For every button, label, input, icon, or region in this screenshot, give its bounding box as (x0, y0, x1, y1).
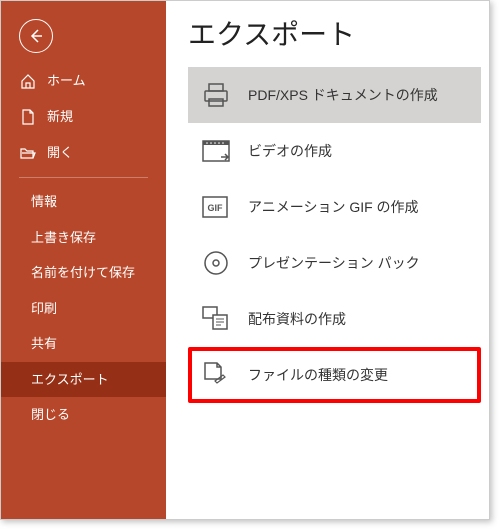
nav-print[interactable]: 印刷 (1, 291, 166, 327)
nav-share[interactable]: 共有 (1, 326, 166, 362)
svg-text:GIF: GIF (208, 203, 224, 213)
page-title: エクスポート (188, 13, 481, 53)
nav-open-label: 開く (47, 144, 73, 162)
export-change-file-type[interactable]: ファイルの種類の変更 (188, 347, 481, 403)
nav-export-label: エクスポート (31, 371, 109, 389)
change-file-type-icon (200, 359, 232, 391)
nav-info[interactable]: 情報 (1, 184, 166, 220)
back-button[interactable] (19, 19, 53, 53)
home-icon (19, 72, 37, 90)
back-arrow-icon (28, 28, 44, 44)
nav-share-label: 共有 (31, 335, 57, 353)
document-icon (19, 108, 37, 126)
main-panel: エクスポート PDF/XPS ドキュメントの作成 ビデオの作成 GIF アニメー… (166, 1, 489, 519)
export-handouts[interactable]: 配布資料の作成 (188, 291, 481, 347)
export-video[interactable]: ビデオの作成 (188, 123, 481, 179)
cd-disc-icon (200, 247, 232, 279)
export-gif-label: アニメーション GIF の作成 (248, 197, 419, 217)
nav-save-as[interactable]: 名前を付けて保存 (1, 255, 166, 291)
nav-close-label: 閉じる (31, 406, 70, 424)
export-handouts-label: 配布資料の作成 (248, 309, 346, 329)
nav-home-label: ホーム (47, 72, 86, 90)
export-video-label: ビデオの作成 (248, 141, 332, 161)
nav-export[interactable]: エクスポート (1, 362, 166, 398)
video-icon (200, 135, 232, 167)
window-frame: ホーム 新規 開く 情報 上書き保存 名前を付けて保存 印刷 共有 (0, 0, 490, 520)
divider (19, 177, 148, 178)
nav-new-label: 新規 (47, 108, 73, 126)
gif-icon: GIF (200, 191, 232, 223)
nav-new[interactable]: 新規 (1, 99, 166, 135)
export-pdf-xps[interactable]: PDF/XPS ドキュメントの作成 (188, 67, 481, 123)
nav-save[interactable]: 上書き保存 (1, 220, 166, 256)
folder-open-icon (19, 144, 37, 162)
nav-close[interactable]: 閉じる (1, 397, 166, 433)
nav-home[interactable]: ホーム (1, 63, 166, 99)
export-change-file-type-label: ファイルの種類の変更 (248, 365, 388, 385)
export-gif[interactable]: GIF アニメーション GIF の作成 (188, 179, 481, 235)
pdf-printer-icon (200, 79, 232, 111)
nav-save-label: 上書き保存 (31, 229, 96, 247)
nav-info-label: 情報 (31, 193, 57, 211)
handouts-icon (200, 303, 232, 335)
nav-print-label: 印刷 (31, 300, 57, 318)
nav-open[interactable]: 開く (1, 135, 166, 171)
backstage-sidebar: ホーム 新規 開く 情報 上書き保存 名前を付けて保存 印刷 共有 (1, 1, 166, 519)
nav-save-as-label: 名前を付けて保存 (31, 264, 135, 282)
export-package[interactable]: プレゼンテーション パック (188, 235, 481, 291)
export-package-label: プレゼンテーション パック (248, 253, 420, 273)
export-pdf-xps-label: PDF/XPS ドキュメントの作成 (248, 85, 438, 105)
